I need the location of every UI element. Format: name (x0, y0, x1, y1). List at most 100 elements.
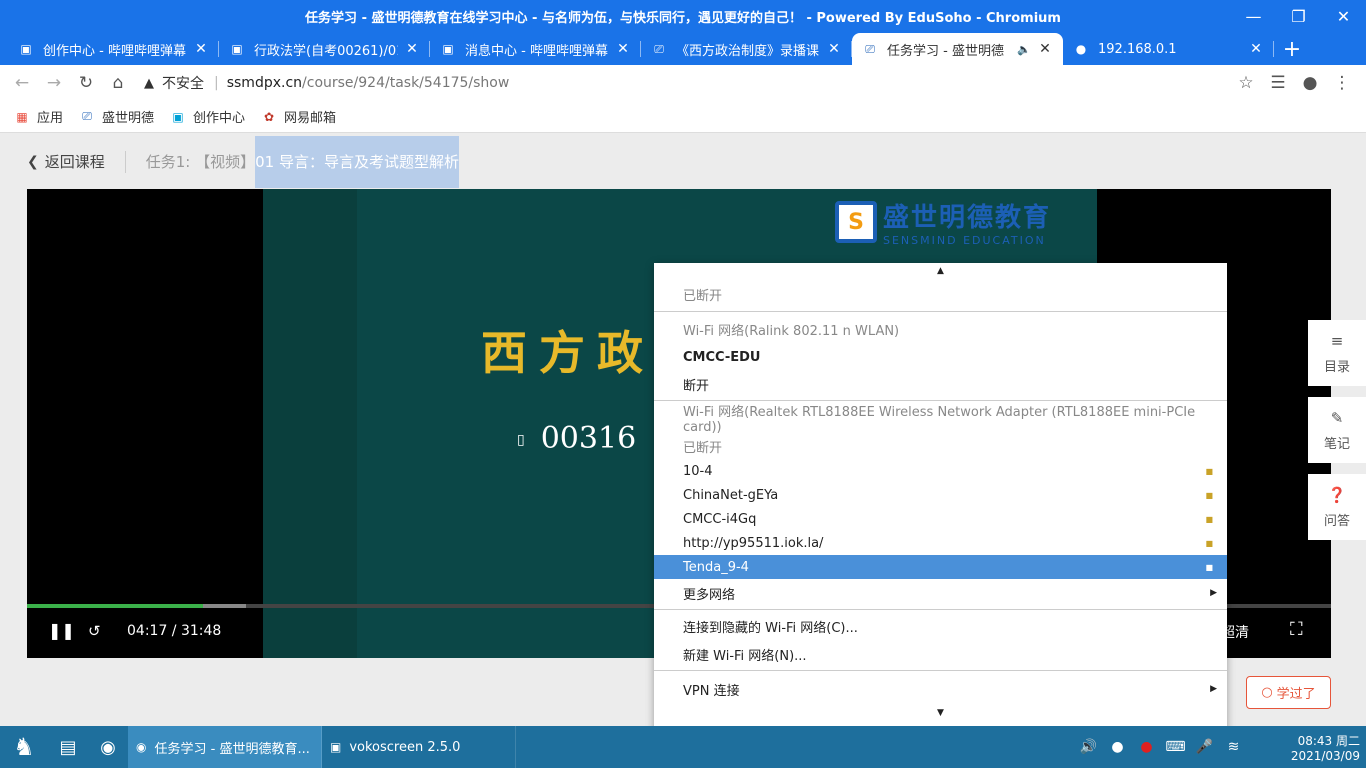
close-tab-icon[interactable]: ✕ (1248, 41, 1264, 57)
taskbar-item-label: 任务学习 - 盛世明德教育... (154, 741, 310, 757)
wifi-icon[interactable]: ≋ (1219, 739, 1248, 755)
record-icon[interactable]: ● (1132, 739, 1161, 755)
scroll-up-arrow-icon[interactable]: ▲ (654, 263, 1227, 279)
back-to-course-link[interactable]: ❮ 返回课程 (27, 151, 105, 172)
current-time: 04:17 (127, 623, 168, 639)
keyboard-icon[interactable]: ⌨ (1161, 739, 1190, 755)
tab-title: 任务学习 - 盛世明德 (887, 43, 1004, 59)
volume-icon[interactable]: 🔊 (1074, 739, 1103, 755)
back-label: 返回课程 (44, 153, 105, 171)
mark-learned-button[interactable]: ○ 学过了 (1246, 676, 1331, 709)
new-wifi-network-item[interactable]: 新建 Wi-Fi 网络(N)... (654, 640, 1227, 668)
connect-hidden-network-item[interactable]: 连接到隐藏的 Wi-Fi 网络(C)... (654, 612, 1227, 640)
file-manager-icon[interactable]: ▤ (48, 726, 88, 768)
wifi-connected-item[interactable]: CMCC-EDU (654, 344, 1227, 370)
menu-kebab-icon[interactable]: ⋮ (1326, 67, 1358, 99)
played-bar (27, 604, 203, 608)
home-icon[interactable]: ⌂ (102, 67, 134, 99)
bilibili-icon: ▣ (442, 42, 454, 56)
close-tab-icon[interactable]: ✕ (193, 41, 209, 57)
wifi-network-item[interactable]: ChinaNet-gEYa ■ (654, 483, 1227, 507)
netease-mail-icon: ✿ (264, 109, 275, 124)
back-arrow-icon[interactable]: ← (6, 67, 38, 99)
time-display: 04:17 / 31:48 (127, 623, 222, 639)
bookmark-label: 应用 (37, 111, 64, 126)
task-title: 任务1: 【视频】01 导言：导言及考试题型解析 (146, 136, 459, 188)
tab-strip: ▣ 创作中心 - 哔哩哔哩弹幕 ✕ ▣ 行政法学(自考00261)/01 ✕ ▣… (0, 33, 1366, 65)
close-tab-icon[interactable]: ✕ (615, 41, 631, 57)
wifi-disconnect-item[interactable]: 断开 (654, 370, 1227, 398)
fullscreen-icon[interactable]: ⛶ (1290, 619, 1303, 640)
slide-code-text: 00316 (540, 421, 637, 456)
chromium-launcher-icon[interactable]: ◉ (88, 726, 128, 768)
question-icon: ❓ (1327, 485, 1347, 504)
submenu-arrow-icon: ▶ (1210, 588, 1217, 598)
bookmark-netease-mail[interactable]: ✿ 网易邮箱 (261, 107, 337, 127)
slide-title: 西方政 (481, 326, 655, 380)
network-manager-icon[interactable]: ● (1103, 739, 1132, 755)
close-tab-icon[interactable]: ✕ (1037, 41, 1053, 57)
more-networks-item[interactable]: 更多网络 ▶ (654, 579, 1227, 607)
close-tab-icon[interactable]: ✕ (404, 41, 420, 57)
chromium-icon: ◉ (136, 740, 147, 754)
media-control-icon[interactable]: ☰ (1262, 67, 1294, 99)
vpn-connection-item[interactable]: VPN 连接 ▶ (654, 673, 1227, 705)
notes-button[interactable]: ✎ 笔记 (1308, 397, 1366, 463)
close-icon[interactable]: ✕ (1321, 0, 1366, 33)
pause-icon[interactable]: ❚❚ (48, 621, 75, 640)
reload-icon[interactable]: ↻ (70, 67, 102, 99)
warning-icon[interactable]: ▲ (144, 76, 154, 91)
minimize-icon[interactable]: — (1231, 0, 1276, 33)
bookmark-label: 网易邮箱 (284, 111, 337, 126)
audio-playing-icon[interactable]: 🔈 (1017, 43, 1031, 56)
replay-10-icon[interactable]: ↺ (88, 622, 101, 640)
profile-avatar-icon[interactable]: ● (1294, 67, 1326, 99)
new-tab-button[interactable]: + (1274, 33, 1310, 65)
scroll-down-arrow-icon[interactable]: ▼ (654, 705, 1227, 721)
tab-task-learning[interactable]: ⎚ 任务学习 - 盛世明德 🔈 ✕ (852, 33, 1063, 65)
lock-icon: ■ (1205, 514, 1213, 524)
bilibili-icon: ▣ (172, 109, 184, 124)
submenu-arrow-icon: ▶ (1210, 684, 1217, 694)
menu-status: 已断开 (683, 440, 723, 456)
window-titlebar: 任务学习 - 盛世明德教育在线学习中心 - 与名师为伍，与快乐同行，遇见更好的自… (0, 0, 1366, 33)
task-header: ❮ 返回课程 任务1: 【视频】01 导言：导言及考试题型解析 (27, 134, 459, 189)
clock[interactable]: 08:43 周二 2021/03/09 (1258, 734, 1360, 764)
clock-time: 08:43 周二 (1297, 734, 1360, 748)
close-tab-icon[interactable]: ✕ (826, 41, 842, 57)
microphone-icon[interactable]: 🎤 (1190, 739, 1219, 755)
divider (124, 150, 126, 173)
tab-title: 创作中心 - 哔哩哔哩弹幕 (43, 43, 186, 59)
qa-button[interactable]: ❓ 问答 (1308, 474, 1366, 540)
start-menu-icon[interactable]: ♞ (0, 726, 48, 768)
learned-label: 学过了 (1276, 687, 1316, 702)
wifi-network-item[interactable]: http://yp95511.iok.la/■ (654, 531, 1227, 555)
tab-router[interactable]: ● 192.168.0.1 ✕ (1063, 33, 1274, 65)
bookmark-star-icon[interactable]: ☆ (1230, 67, 1262, 99)
bilibili-icon: ▣ (20, 42, 32, 56)
apps-grid-icon: ▦ (16, 109, 28, 124)
globe-icon: ● (1075, 42, 1087, 56)
bookmark-ssmd[interactable]: ⎚ 盛世明德 (79, 107, 154, 126)
wifi-network-item-selected[interactable]: Tenda_9-4 ■ (654, 555, 1227, 579)
address-bar[interactable]: ▲ 不安全 | ssmdpx.cn/course/924/task/54175/… (134, 68, 1230, 98)
qa-label: 问答 (1323, 513, 1350, 529)
catalog-button[interactable]: ≡ 目录 (1308, 320, 1366, 386)
forward-arrow-icon[interactable]: → (38, 67, 70, 99)
restore-icon[interactable]: ❐ (1276, 0, 1321, 33)
tab-bilibili-messages[interactable]: ▣ 消息中心 - 哔哩哔哩弹幕 ✕ (430, 33, 641, 65)
taskbar-item-vokoscreen[interactable]: ▣ vokoscreen 2.5.0 (322, 726, 516, 768)
vokoscreen-icon: ▣ (330, 740, 342, 754)
tab-admin-law[interactable]: ▣ 行政法学(自考00261)/01 ✕ (219, 33, 430, 65)
tab-bilibili-creator[interactable]: ▣ 创作中心 - 哔哩哔哩弹幕 ✕ (8, 33, 219, 65)
wifi-network-item[interactable]: 10-4 ■ (654, 459, 1227, 483)
wifi-network-item[interactable]: CMCC-i4Gq ■ (654, 507, 1227, 531)
os-taskbar: ♞ ▤ ◉ ◉ 任务学习 - 盛世明德教育... ▣ vokoscreen 2.… (0, 726, 1366, 768)
bookmark-creator-center[interactable]: ▣ 创作中心 (170, 107, 245, 127)
logo-en: SENSMIND EDUCATION (883, 234, 1046, 247)
bookmark-apps[interactable]: ▦ 应用 (14, 107, 64, 127)
tab-title: 《西方政治制度》录播课 (676, 43, 820, 59)
ssmd-icon: ⎚ (82, 109, 92, 123)
tab-western-politics[interactable]: ⎚ 《西方政治制度》录播课 ✕ (641, 33, 852, 65)
taskbar-item-browser[interactable]: ◉ 任务学习 - 盛世明德教育... (128, 726, 322, 768)
